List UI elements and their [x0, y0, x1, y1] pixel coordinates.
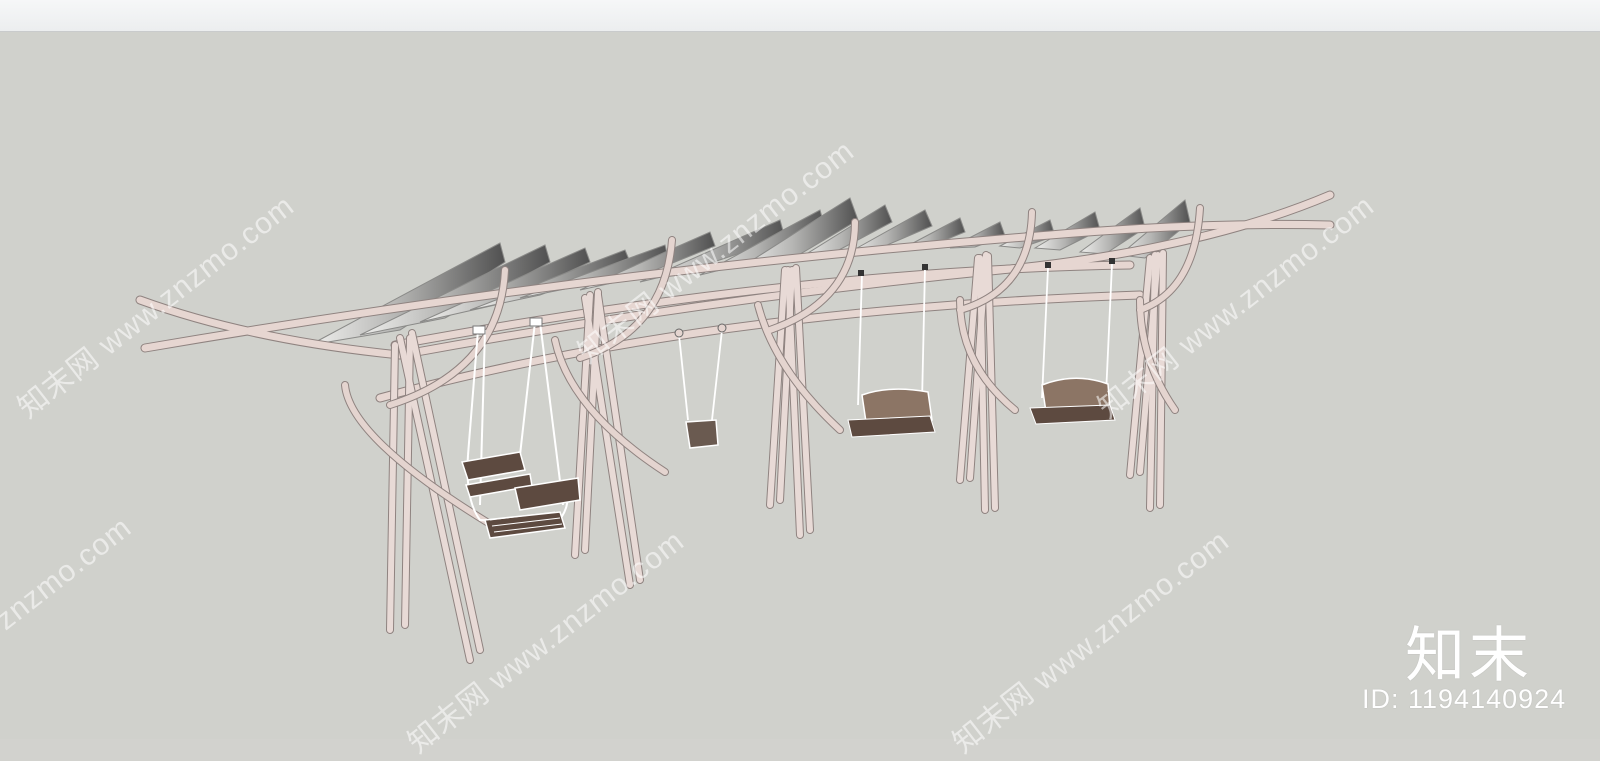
brand-logo: 知末	[1405, 621, 1533, 691]
basket-swing-2	[1029, 258, 1116, 425]
image-id: ID: 1194140924	[1362, 684, 1567, 714]
model-viewport[interactable]: 知末网 www.znzmo.com 知末网 www.znzmo.com 知末网 …	[0, 32, 1600, 761]
bench-seat	[461, 451, 581, 539]
swing-pergola-model	[135, 190, 1335, 664]
basket-swing-1	[847, 264, 936, 438]
child-swing	[674, 323, 727, 449]
top-toolbar	[0, 0, 1600, 32]
